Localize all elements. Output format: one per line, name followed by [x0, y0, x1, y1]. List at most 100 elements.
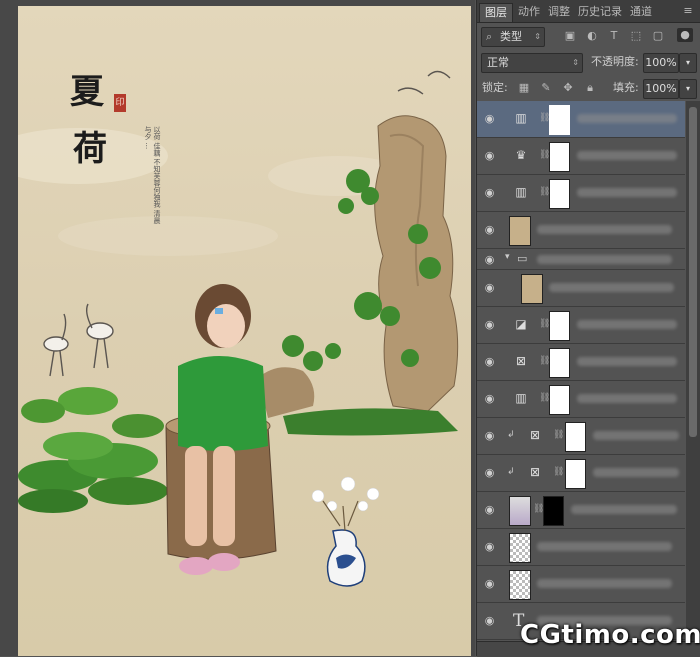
- blend-mode-select[interactable]: 正常 ⇕: [481, 53, 583, 73]
- layer-name-blurred[interactable]: [593, 431, 679, 440]
- chain-link-icon[interactable]: ⛓: [533, 504, 544, 516]
- chain-link-icon[interactable]: ⛓: [553, 467, 564, 479]
- layer-thumb[interactable]: [509, 570, 531, 600]
- layer-name-blurred[interactable]: [571, 505, 677, 514]
- layer-thumb[interactable]: [521, 274, 543, 304]
- chain-link-icon[interactable]: ⛓: [539, 393, 550, 405]
- fill-dropdown-icon[interactable]: ▾: [679, 79, 697, 99]
- layer-name-blurred[interactable]: [577, 188, 677, 197]
- visibility-eye-icon[interactable]: ◉: [483, 540, 496, 553]
- visibility-eye-icon[interactable]: ◉: [483, 281, 496, 294]
- visibility-eye-icon[interactable]: ◉: [483, 429, 496, 442]
- rock-small: [258, 367, 315, 418]
- layer-name-blurred[interactable]: [549, 283, 674, 292]
- visibility-eye-icon[interactable]: ◉: [483, 392, 496, 405]
- filter-pixel-icon[interactable]: ▣: [563, 29, 577, 43]
- filter-text-icon[interactable]: T: [607, 29, 621, 43]
- layer-row[interactable]: ◉: [477, 529, 685, 566]
- layer-name-blurred[interactable]: [537, 579, 672, 588]
- visibility-eye-icon[interactable]: ◉: [483, 186, 496, 199]
- expand-triangle-icon[interactable]: ▾: [505, 252, 510, 262]
- visibility-eye-icon[interactable]: ◉: [483, 503, 496, 516]
- layer-name-blurred[interactable]: [537, 542, 672, 551]
- layer-name-blurred[interactable]: [577, 320, 677, 329]
- layer-mask-thumb[interactable]: [549, 348, 570, 378]
- canvas-area[interactable]: 夏 荷 印 以荷 佳藕 不知芙蓉何独我 清晨与夕 …: [0, 0, 475, 656]
- chain-link-icon[interactable]: ⛓: [553, 430, 564, 442]
- layer-row[interactable]: ◉ ▥ ⛓: [477, 175, 685, 212]
- layer-name-blurred[interactable]: [577, 357, 677, 366]
- layer-mask-thumb[interactable]: [549, 179, 570, 209]
- layer-row[interactable]: ◉: [477, 270, 685, 307]
- visibility-eye-icon[interactable]: ◉: [483, 253, 496, 266]
- visibility-eye-icon[interactable]: ◉: [483, 577, 496, 590]
- layer-thumb[interactable]: [509, 533, 531, 563]
- grass-strip: [283, 408, 458, 436]
- scroll-thumb[interactable]: [689, 107, 697, 437]
- visibility-eye-icon[interactable]: ◉: [483, 149, 496, 162]
- lock-transparent-icon[interactable]: ▦: [517, 81, 531, 95]
- visibility-eye-icon[interactable]: ◉: [483, 466, 496, 479]
- filter-shape-icon[interactable]: ⬚: [629, 29, 643, 43]
- tab-history[interactable]: 历史记录: [573, 3, 627, 21]
- layer-row[interactable]: ◉ ▥ ⛓: [477, 101, 685, 138]
- layer-row[interactable]: ◉ ▥ ⛓: [477, 381, 685, 418]
- layer-row[interactable]: ◉ ⊠ ⛓: [477, 344, 685, 381]
- layer-thumb[interactable]: [509, 496, 531, 526]
- visibility-eye-icon[interactable]: ◉: [483, 318, 496, 331]
- layer-name-blurred[interactable]: [577, 151, 677, 160]
- layer-name-blurred[interactable]: [577, 114, 677, 123]
- layer-thumb[interactable]: [509, 216, 531, 246]
- layer-mask-thumb[interactable]: [549, 105, 570, 135]
- layer-mask-thumb[interactable]: [543, 496, 564, 526]
- layer-row[interactable]: ◉ ◪ ⛓: [477, 307, 685, 344]
- layer-mask-thumb[interactable]: [565, 422, 586, 452]
- visibility-eye-icon[interactable]: ◉: [483, 355, 496, 368]
- watermark: CGtimo.com: [520, 620, 700, 650]
- chain-link-icon[interactable]: ⛓: [539, 356, 550, 368]
- lock-move-icon[interactable]: ✥: [561, 81, 575, 95]
- vase: [311, 476, 380, 587]
- chain-link-icon[interactable]: ⛓: [539, 187, 550, 199]
- layer-row[interactable]: ◉: [477, 566, 685, 603]
- opacity-dropdown-icon[interactable]: ▾: [679, 53, 697, 73]
- layer-mask-thumb[interactable]: [549, 142, 570, 172]
- layers-panel: 图层 动作 调整 历史记录 通道 ≡ ⌕ 类型 ⇕ ▣ ◐ T ⬚ ▢ ● 正常…: [476, 0, 700, 657]
- layer-row[interactable]: ◉ ⛓: [477, 492, 685, 529]
- visibility-eye-icon[interactable]: ◉: [483, 112, 496, 125]
- layer-row[interactable]: ◉ ↲ ⊠ ⛓: [477, 455, 685, 492]
- tab-channels[interactable]: 通道: [625, 3, 657, 21]
- chain-link-icon[interactable]: ⛓: [539, 319, 550, 331]
- filter-type-select[interactable]: ⌕ 类型 ⇕: [481, 27, 545, 47]
- document-canvas[interactable]: 夏 荷 印 以荷 佳藕 不知芙蓉何独我 清晨与夕 …: [18, 6, 471, 656]
- filter-toggle-icon[interactable]: ●: [677, 28, 693, 42]
- layer-row[interactable]: ◉ ↲ ⊠ ⛓: [477, 418, 685, 455]
- chain-link-icon[interactable]: ⛓: [539, 150, 550, 162]
- tab-actions[interactable]: 动作: [513, 3, 545, 21]
- lock-all-icon[interactable]: 🔒︎: [583, 81, 597, 95]
- layer-mask-thumb[interactable]: [549, 311, 570, 341]
- visibility-eye-icon[interactable]: ◉: [483, 614, 496, 627]
- fill-input[interactable]: 100%: [643, 79, 679, 99]
- layer-scrollbar[interactable]: [686, 101, 700, 641]
- layer-name-blurred[interactable]: [537, 255, 672, 264]
- panel-menu-icon[interactable]: ≡: [681, 4, 695, 18]
- layer-name-blurred[interactable]: [577, 394, 677, 403]
- group-row[interactable]: ◉ ▾ ▭: [477, 249, 685, 270]
- layer-mask-thumb[interactable]: [565, 459, 586, 489]
- layer-mask-thumb[interactable]: [549, 385, 570, 415]
- tab-layers[interactable]: 图层: [479, 3, 513, 22]
- filter-smart-icon[interactable]: ▢: [651, 29, 665, 43]
- layer-row[interactable]: ◉ ♛ ⛓: [477, 138, 685, 175]
- tab-adjustments[interactable]: 调整: [543, 3, 575, 21]
- layer-name-blurred[interactable]: [593, 468, 679, 477]
- layer-row[interactable]: ◉: [477, 212, 685, 249]
- layer-name-blurred[interactable]: [537, 225, 672, 234]
- visibility-eye-icon[interactable]: ◉: [483, 223, 496, 236]
- chain-link-icon[interactable]: ⛓: [539, 113, 550, 125]
- curves-adjustment-icon: ◪: [515, 317, 527, 331]
- filter-adjustment-icon[interactable]: ◐: [585, 29, 599, 43]
- lock-paint-icon[interactable]: ✎: [539, 81, 553, 95]
- title-char-1: 夏: [70, 72, 104, 112]
- opacity-input[interactable]: 100%: [643, 53, 679, 73]
